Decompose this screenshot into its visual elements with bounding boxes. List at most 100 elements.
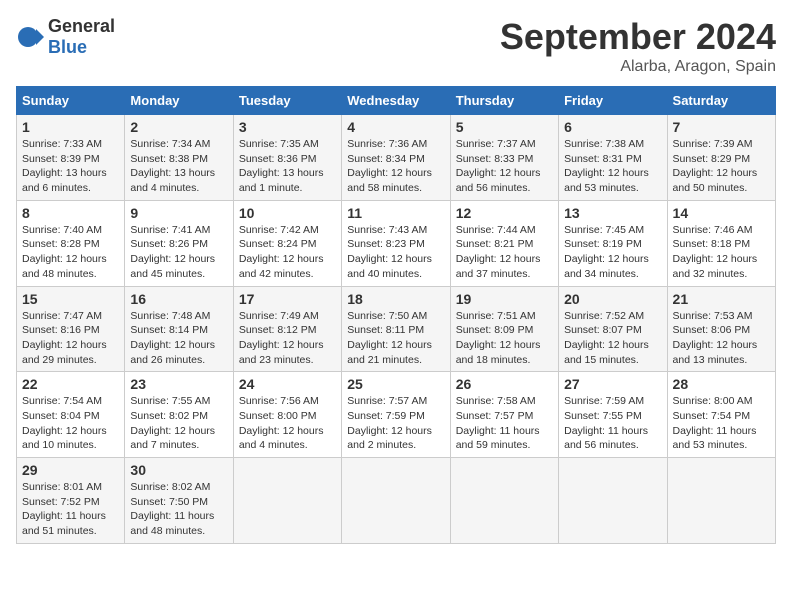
calendar-cell: 12Sunrise: 7:44 AM Sunset: 8:21 PM Dayli… xyxy=(450,200,558,286)
day-number: 14 xyxy=(673,205,770,221)
page-header: General Blue September 2024 Alarba, Arag… xyxy=(16,16,776,76)
calendar-cell: 25 Sunrise: 7:57 AM Sunset: 7:59 PM Dayli… xyxy=(342,372,450,458)
day-info: Sunrise: 7:40 AM Sunset: 8:28 PM Dayligh… xyxy=(22,223,119,282)
day-number: 12 xyxy=(456,205,553,221)
day-info: Sunrise: 7:39 AM Sunset: 8:29 PM Dayligh… xyxy=(673,137,770,196)
day-number: 24 xyxy=(239,376,336,392)
weekday-header-thursday: Thursday xyxy=(450,87,558,115)
day-info: Sunrise: 8:02 AM Sunset: 7:50 PM Dayligh… xyxy=(130,480,227,539)
weekday-header-friday: Friday xyxy=(559,87,667,115)
day-number: 26 xyxy=(456,376,553,392)
month-year-title: September 2024 xyxy=(500,16,776,58)
calendar-week-row: 22Sunrise: 7:54 AM Sunset: 8:04 PM Dayli… xyxy=(17,372,776,458)
calendar-week-row: 1 Sunrise: 7:33 AM Sunset: 8:39 PM Daylig… xyxy=(17,115,776,201)
day-info: Sunrise: 8:00 AM Sunset: 7:54 PM Dayligh… xyxy=(673,394,770,453)
day-info: Sunrise: 7:49 AM Sunset: 8:12 PM Dayligh… xyxy=(239,309,336,368)
calendar-cell: 20 Sunrise: 7:52 AM Sunset: 8:07 PM Dayli… xyxy=(559,286,667,372)
weekday-header-tuesday: Tuesday xyxy=(233,87,341,115)
calendar-cell: 8Sunrise: 7:40 AM Sunset: 8:28 PM Daylig… xyxy=(17,200,125,286)
weekday-header-sunday: Sunday xyxy=(17,87,125,115)
calendar-cell: 1 Sunrise: 7:33 AM Sunset: 8:39 PM Daylig… xyxy=(17,115,125,201)
day-number: 6 xyxy=(564,119,661,135)
day-info: Sunrise: 7:55 AM Sunset: 8:02 PM Dayligh… xyxy=(130,394,227,453)
calendar-cell: 17Sunrise: 7:49 AM Sunset: 8:12 PM Dayli… xyxy=(233,286,341,372)
day-number: 20 xyxy=(564,291,661,307)
weekday-header-wednesday: Wednesday xyxy=(342,87,450,115)
day-number: 25 xyxy=(347,376,444,392)
calendar-cell: 6 Sunrise: 7:38 AM Sunset: 8:31 PM Daylig… xyxy=(559,115,667,201)
logo-blue: Blue xyxy=(48,37,87,57)
title-block: September 2024 Alarba, Aragon, Spain xyxy=(500,16,776,76)
logo: General Blue xyxy=(16,16,115,58)
day-number: 19 xyxy=(456,291,553,307)
calendar-cell: 11 Sunrise: 7:43 AM Sunset: 8:23 PM Dayli… xyxy=(342,200,450,286)
day-number: 1 xyxy=(22,119,119,135)
calendar-cell xyxy=(667,458,775,544)
day-info: Sunrise: 7:36 AM Sunset: 8:34 PM Dayligh… xyxy=(347,137,444,196)
weekday-header-monday: Monday xyxy=(125,87,233,115)
day-info: Sunrise: 7:51 AM Sunset: 8:09 PM Dayligh… xyxy=(456,309,553,368)
calendar-cell: 3 Sunrise: 7:35 AM Sunset: 8:36 PM Daylig… xyxy=(233,115,341,201)
calendar-body: 1 Sunrise: 7:33 AM Sunset: 8:39 PM Daylig… xyxy=(17,115,776,544)
calendar-cell xyxy=(233,458,341,544)
day-info: Sunrise: 7:33 AM Sunset: 8:39 PM Dayligh… xyxy=(22,137,119,196)
day-number: 5 xyxy=(456,119,553,135)
day-number: 30 xyxy=(130,462,227,478)
calendar-week-row: 8Sunrise: 7:40 AM Sunset: 8:28 PM Daylig… xyxy=(17,200,776,286)
calendar-cell: 30 Sunrise: 8:02 AM Sunset: 7:50 PM Dayli… xyxy=(125,458,233,544)
calendar-cell: 2Sunrise: 7:34 AM Sunset: 8:38 PM Daylig… xyxy=(125,115,233,201)
day-info: Sunrise: 7:42 AM Sunset: 8:24 PM Dayligh… xyxy=(239,223,336,282)
day-number: 9 xyxy=(130,205,227,221)
day-info: Sunrise: 7:52 AM Sunset: 8:07 PM Dayligh… xyxy=(564,309,661,368)
day-number: 16 xyxy=(130,291,227,307)
day-info: Sunrise: 7:47 AM Sunset: 8:16 PM Dayligh… xyxy=(22,309,119,368)
calendar-cell: 26 Sunrise: 7:58 AM Sunset: 7:57 PM Dayli… xyxy=(450,372,558,458)
day-number: 29 xyxy=(22,462,119,478)
calendar-cell: 21Sunrise: 7:53 AM Sunset: 8:06 PM Dayli… xyxy=(667,286,775,372)
day-info: Sunrise: 7:57 AM Sunset: 7:59 PM Dayligh… xyxy=(347,394,444,453)
day-number: 27 xyxy=(564,376,661,392)
calendar-cell: 28Sunrise: 8:00 AM Sunset: 7:54 PM Dayli… xyxy=(667,372,775,458)
day-info: Sunrise: 7:46 AM Sunset: 8:18 PM Dayligh… xyxy=(673,223,770,282)
calendar-cell: 5 Sunrise: 7:37 AM Sunset: 8:33 PM Daylig… xyxy=(450,115,558,201)
calendar-cell xyxy=(450,458,558,544)
calendar-cell: 15 Sunrise: 7:47 AM Sunset: 8:16 PM Dayli… xyxy=(17,286,125,372)
day-number: 2 xyxy=(130,119,227,135)
calendar-cell: 10 Sunrise: 7:42 AM Sunset: 8:24 PM Dayli… xyxy=(233,200,341,286)
day-number: 18 xyxy=(347,291,444,307)
calendar-cell: 16Sunrise: 7:48 AM Sunset: 8:14 PM Dayli… xyxy=(125,286,233,372)
calendar-cell: 18 Sunrise: 7:50 AM Sunset: 8:11 PM Dayli… xyxy=(342,286,450,372)
calendar-week-row: 15 Sunrise: 7:47 AM Sunset: 8:16 PM Dayli… xyxy=(17,286,776,372)
weekday-header-row: SundayMondayTuesdayWednesdayThursdayFrid… xyxy=(17,87,776,115)
day-info: Sunrise: 7:43 AM Sunset: 8:23 PM Dayligh… xyxy=(347,223,444,282)
calendar-cell: 22Sunrise: 7:54 AM Sunset: 8:04 PM Dayli… xyxy=(17,372,125,458)
day-info: Sunrise: 7:35 AM Sunset: 8:36 PM Dayligh… xyxy=(239,137,336,196)
day-number: 21 xyxy=(673,291,770,307)
calendar-cell: 23 Sunrise: 7:55 AM Sunset: 8:02 PM Dayli… xyxy=(125,372,233,458)
day-number: 13 xyxy=(564,205,661,221)
weekday-header-saturday: Saturday xyxy=(667,87,775,115)
day-number: 11 xyxy=(347,205,444,221)
day-info: Sunrise: 7:56 AM Sunset: 8:00 PM Dayligh… xyxy=(239,394,336,453)
logo-icon xyxy=(16,23,44,51)
calendar-cell xyxy=(342,458,450,544)
day-info: Sunrise: 7:45 AM Sunset: 8:19 PM Dayligh… xyxy=(564,223,661,282)
logo-general: General xyxy=(48,16,115,36)
calendar-cell: 4Sunrise: 7:36 AM Sunset: 8:34 PM Daylig… xyxy=(342,115,450,201)
calendar-cell: 9 Sunrise: 7:41 AM Sunset: 8:26 PM Daylig… xyxy=(125,200,233,286)
day-number: 7 xyxy=(673,119,770,135)
day-number: 3 xyxy=(239,119,336,135)
day-info: Sunrise: 7:41 AM Sunset: 8:26 PM Dayligh… xyxy=(130,223,227,282)
day-number: 10 xyxy=(239,205,336,221)
calendar-cell: 27 Sunrise: 7:59 AM Sunset: 7:55 PM Dayli… xyxy=(559,372,667,458)
day-info: Sunrise: 7:50 AM Sunset: 8:11 PM Dayligh… xyxy=(347,309,444,368)
day-info: Sunrise: 7:59 AM Sunset: 7:55 PM Dayligh… xyxy=(564,394,661,453)
calendar-week-row: 29Sunrise: 8:01 AM Sunset: 7:52 PM Dayli… xyxy=(17,458,776,544)
day-info: Sunrise: 7:38 AM Sunset: 8:31 PM Dayligh… xyxy=(564,137,661,196)
day-info: Sunrise: 7:37 AM Sunset: 8:33 PM Dayligh… xyxy=(456,137,553,196)
day-number: 15 xyxy=(22,291,119,307)
calendar-header: SundayMondayTuesdayWednesdayThursdayFrid… xyxy=(17,87,776,115)
day-number: 23 xyxy=(130,376,227,392)
day-info: Sunrise: 7:58 AM Sunset: 7:57 PM Dayligh… xyxy=(456,394,553,453)
calendar-cell: 29Sunrise: 8:01 AM Sunset: 7:52 PM Dayli… xyxy=(17,458,125,544)
